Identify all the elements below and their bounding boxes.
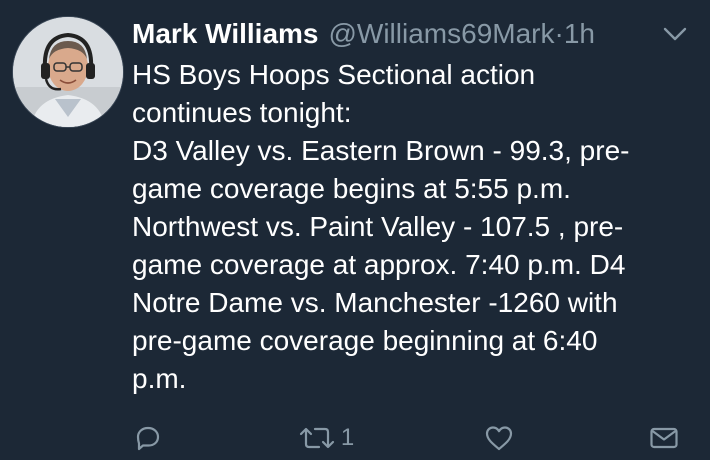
tweet-text: HS Boys Hoops Sectional action continues… — [132, 59, 630, 394]
timestamp[interactable]: 1h — [564, 18, 595, 49]
retweet-count: 1 — [340, 424, 355, 451]
tweet-card: Mark Williams @Williams69Mark·1h HS Boys… — [0, 0, 710, 460]
chevron-down-icon[interactable] — [658, 17, 692, 51]
mail-icon — [648, 422, 680, 454]
tweet-meta: @Williams69Mark·1h — [328, 14, 594, 54]
retweet-button[interactable]: 1 — [297, 418, 354, 458]
avatar[interactable] — [12, 16, 124, 128]
direct-message-button[interactable] — [648, 418, 680, 458]
reply-button[interactable] — [132, 418, 168, 458]
reply-icon — [132, 422, 164, 454]
like-button[interactable] — [483, 418, 519, 458]
display-name[interactable]: Mark Williams — [132, 14, 318, 54]
tweet-header: Mark Williams @Williams69Mark·1h — [132, 14, 692, 54]
handle[interactable]: @Williams69Mark — [328, 18, 554, 49]
avatar-photo — [13, 17, 123, 127]
tweet-actions: 1 — [132, 418, 692, 458]
retweet-icon — [297, 422, 337, 454]
heart-icon — [483, 422, 515, 454]
meta-separator: · — [554, 18, 564, 49]
